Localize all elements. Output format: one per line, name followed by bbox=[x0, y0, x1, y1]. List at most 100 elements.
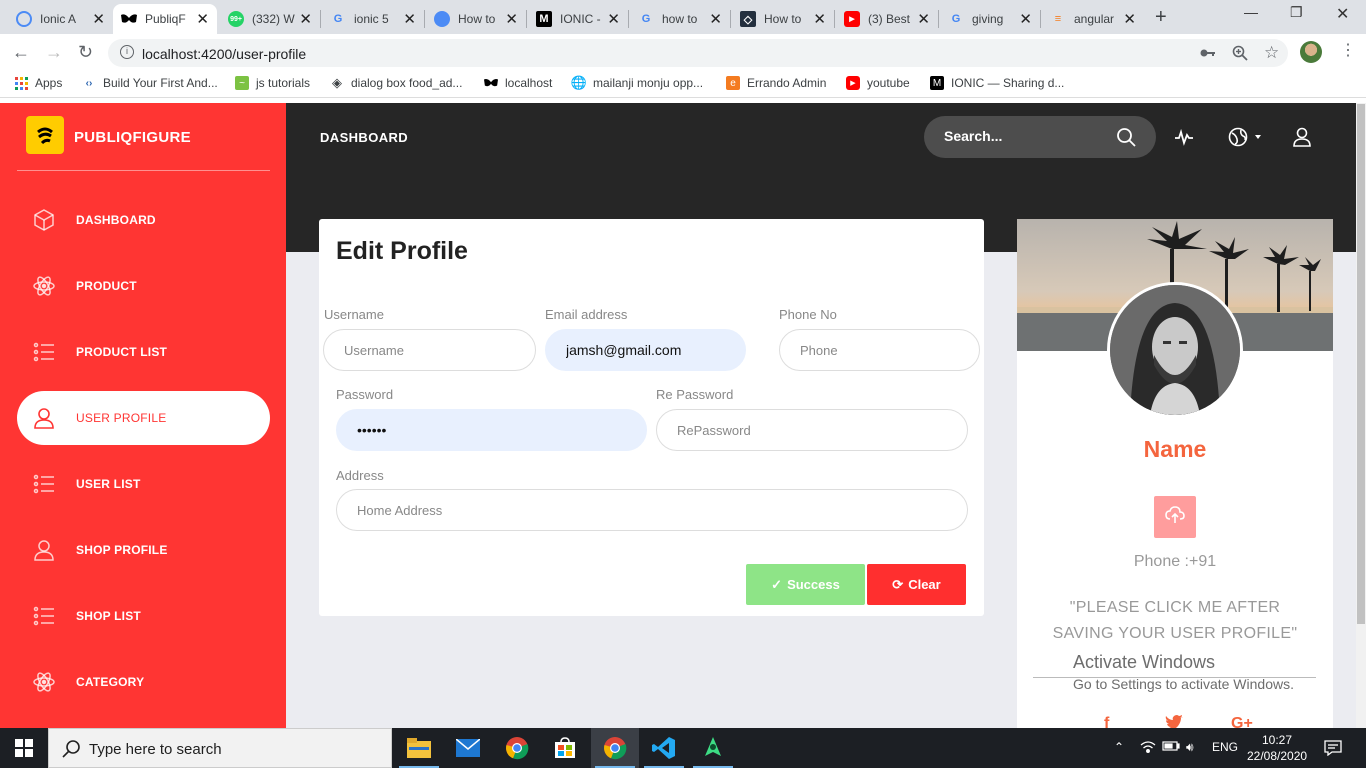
twitter-icon[interactable] bbox=[1165, 715, 1183, 728]
success-button[interactable]: ✓ Success bbox=[746, 564, 865, 605]
omnibox[interactable]: i localhost:4200/user-profile ☆ bbox=[108, 39, 1288, 67]
bookmark-youtube[interactable]: ▶ youtube bbox=[846, 76, 910, 90]
tab-how-to-3[interactable]: ◇ How to ✕ bbox=[732, 4, 834, 34]
forward-icon[interactable]: → bbox=[45, 42, 63, 63]
address-field[interactable] bbox=[336, 489, 968, 531]
tab-separator bbox=[424, 10, 425, 28]
username-label: Username bbox=[324, 307, 384, 322]
tab-ionic-a[interactable]: Ionic A ✕ bbox=[8, 4, 113, 34]
tray-chevron-up-icon[interactable]: ⌃ bbox=[1114, 740, 1124, 754]
bookmark-apps[interactable]: Apps bbox=[14, 76, 62, 90]
brand-divider bbox=[17, 170, 270, 171]
ionic-logo-icon bbox=[16, 11, 32, 27]
tab-giving[interactable]: G giving ✕ bbox=[940, 4, 1040, 34]
profile-note[interactable]: "PLEASE CLICK ME AFTER SAVING YOUR USER … bbox=[1037, 595, 1313, 647]
chrome-icon[interactable] bbox=[493, 728, 541, 768]
activity-pulse-icon[interactable] bbox=[1174, 127, 1194, 152]
close-icon[interactable]: ✕ bbox=[1019, 10, 1032, 28]
zoom-icon[interactable] bbox=[1232, 45, 1248, 64]
google-plus-icon[interactable]: G+ bbox=[1231, 715, 1253, 728]
notifications-icon[interactable] bbox=[1324, 740, 1342, 761]
close-icon[interactable]: ✕ bbox=[1123, 10, 1136, 28]
sidebar-item-product-list[interactable]: PRODUCT LIST bbox=[17, 325, 270, 379]
close-icon[interactable]: ✕ bbox=[813, 10, 826, 28]
volume-icon[interactable]: 🔊︎ bbox=[1186, 740, 1194, 755]
more-menu-icon[interactable]: ⋮ bbox=[1340, 40, 1356, 60]
window-close-icon[interactable]: ✕ bbox=[1336, 4, 1349, 24]
tab-publiqfigure[interactable]: PubliqF ✕ bbox=[113, 4, 217, 34]
password-field[interactable] bbox=[336, 409, 647, 451]
close-icon[interactable]: ✕ bbox=[196, 10, 209, 28]
brand-name[interactable]: PUBLIQFIGURE bbox=[74, 129, 191, 146]
bookmark-mailanji[interactable]: 🌐 mailanji monju opp... bbox=[571, 75, 703, 90]
restore-icon[interactable]: ❐ bbox=[1290, 4, 1303, 21]
close-icon[interactable]: ✕ bbox=[299, 10, 312, 28]
globe-dropdown-icon[interactable] bbox=[1228, 127, 1264, 152]
close-icon[interactable]: ✕ bbox=[709, 10, 722, 28]
bookmark-js-tutorials[interactable]: ~ js tutorials bbox=[235, 76, 310, 90]
bookmark-build-app[interactable]: ‹› Build Your First And... bbox=[82, 76, 218, 90]
brand-logo-icon[interactable] bbox=[26, 116, 64, 154]
minimize-icon[interactable]: — bbox=[1244, 4, 1258, 20]
bookmark-label: Build Your First And... bbox=[103, 76, 218, 90]
back-icon[interactable]: ← bbox=[12, 42, 30, 63]
user-account-icon[interactable] bbox=[1292, 127, 1312, 152]
search-icon[interactable] bbox=[1116, 127, 1136, 152]
tab-title: IONIC - bbox=[560, 12, 601, 26]
site-info-icon[interactable]: i bbox=[120, 45, 134, 59]
clear-button[interactable]: ⟳ Clear bbox=[867, 564, 966, 605]
bookmark-errando-admin[interactable]: e Errando Admin bbox=[726, 76, 826, 90]
tab-whatsapp[interactable]: 99+ (332) W ✕ bbox=[220, 4, 320, 34]
sidebar-item-user-profile[interactable]: USER PROFILE bbox=[17, 391, 270, 445]
close-icon[interactable]: ✕ bbox=[917, 10, 930, 28]
phone-field[interactable] bbox=[779, 329, 980, 371]
tab-ionic-medium[interactable]: M IONIC - ✕ bbox=[528, 4, 628, 34]
username-field[interactable] bbox=[323, 329, 536, 371]
bookmark-localhost[interactable]: localhost bbox=[484, 76, 552, 90]
sidebar-item-product[interactable]: PRODUCT bbox=[17, 259, 270, 313]
close-icon[interactable]: ✕ bbox=[403, 10, 416, 28]
facebook-icon[interactable]: f bbox=[1104, 715, 1109, 728]
avatar[interactable] bbox=[1107, 282, 1243, 418]
tab-how-to-1[interactable]: How to ✕ bbox=[426, 4, 526, 34]
windows-start-icon[interactable] bbox=[0, 728, 48, 768]
chrome-active-icon[interactable] bbox=[591, 728, 639, 768]
mail-icon[interactable] bbox=[444, 728, 492, 768]
tab-angular[interactable]: ≡ angular ✕ bbox=[1042, 4, 1144, 34]
bookmark-ionic-sharing[interactable]: M IONIC — Sharing d... bbox=[930, 76, 1064, 90]
close-icon[interactable]: ✕ bbox=[92, 10, 105, 28]
tab-how-to-2[interactable]: G how to ✕ bbox=[630, 4, 730, 34]
tab-ionic-5[interactable]: G ionic 5 ✕ bbox=[322, 4, 424, 34]
network-icon[interactable] bbox=[1140, 740, 1156, 757]
sidebar-item-user-list[interactable]: USER LIST bbox=[17, 457, 270, 511]
new-tab-plus-icon[interactable]: + bbox=[1155, 6, 1167, 29]
repassword-field[interactable] bbox=[656, 409, 968, 451]
close-icon[interactable]: ✕ bbox=[607, 10, 620, 28]
bookmark-dialog-box[interactable]: ◈ dialog box food_ad... bbox=[330, 75, 462, 90]
upload-button[interactable] bbox=[1154, 496, 1196, 538]
battery-icon[interactable] bbox=[1162, 740, 1180, 755]
sidebar-item-category[interactable]: CATEGORY bbox=[17, 655, 270, 709]
android-studio-icon[interactable] bbox=[689, 728, 737, 768]
close-icon[interactable]: ✕ bbox=[505, 10, 518, 28]
file-explorer-icon[interactable] bbox=[395, 728, 443, 768]
sidebar-item-shop-profile[interactable]: SHOP PROFILE bbox=[17, 523, 270, 577]
mask-icon bbox=[484, 76, 498, 90]
email-field[interactable] bbox=[545, 329, 746, 371]
sidebar-item-shop-list[interactable]: SHOP LIST bbox=[17, 589, 270, 643]
language-indicator[interactable]: ENG bbox=[1212, 740, 1238, 754]
profile-avatar-icon[interactable] bbox=[1300, 41, 1322, 63]
bookmark-star-icon[interactable]: ☆ bbox=[1264, 43, 1279, 63]
key-icon[interactable] bbox=[1200, 45, 1216, 61]
sidebar-item-dashboard[interactable]: DASHBOARD bbox=[17, 193, 270, 247]
reload-icon[interactable]: ↻ bbox=[78, 42, 93, 63]
tab-youtube[interactable]: ▶ (3) Best ✕ bbox=[836, 4, 938, 34]
taskbar-clock[interactable]: 10:27 22/08/2020 bbox=[1247, 732, 1307, 764]
card-title: Edit Profile bbox=[336, 237, 468, 265]
taskbar-search[interactable]: Type here to search bbox=[48, 728, 392, 768]
search-input[interactable] bbox=[944, 128, 1104, 144]
vscode-icon[interactable] bbox=[640, 728, 688, 768]
bookmarks-bar: Apps ‹› Build Your First And... ~ js tut… bbox=[0, 70, 1366, 98]
store-icon[interactable] bbox=[541, 728, 589, 768]
page-scrollbar-thumb[interactable] bbox=[1357, 104, 1365, 624]
